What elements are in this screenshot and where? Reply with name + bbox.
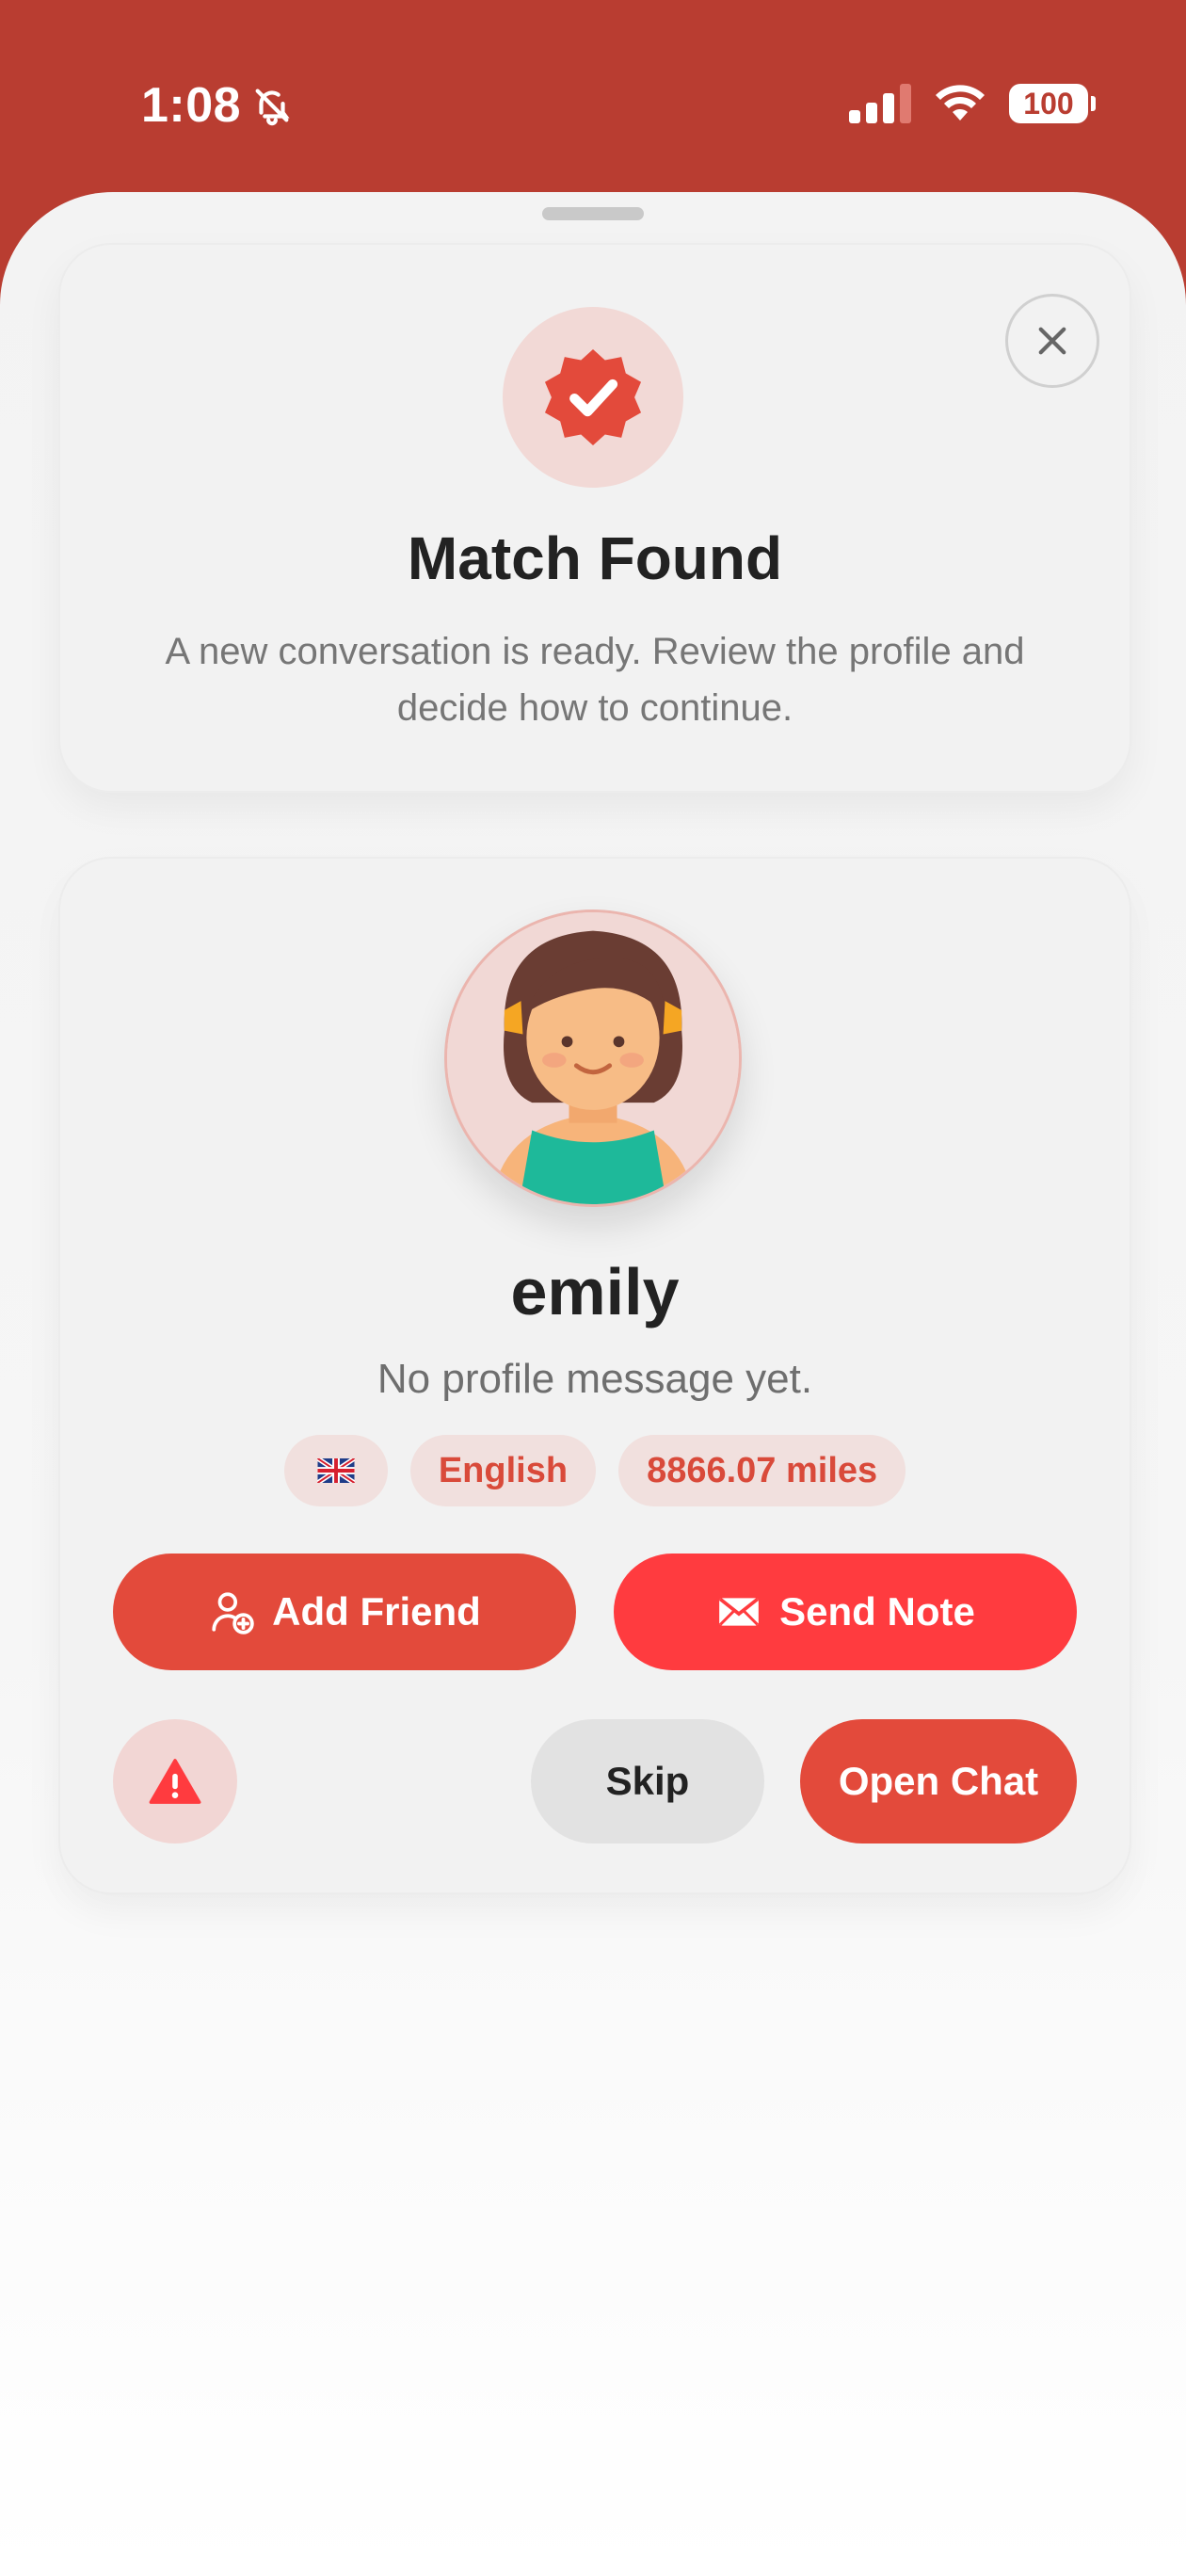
country-chip: [283, 1435, 388, 1506]
distance-chip: 8866.07 miles: [618, 1435, 906, 1506]
status-bar: 1:08 100: [0, 0, 1186, 188]
send-note-label: Send Note: [779, 1589, 975, 1634]
cellular-signal-icon: [849, 84, 911, 123]
avatar[interactable]: [444, 910, 742, 1207]
send-note-button[interactable]: Send Note: [614, 1554, 1077, 1670]
verified-check-icon: [544, 348, 642, 446]
primary-actions: Add Friend Send Note: [113, 1554, 1077, 1670]
status-time: 1:08: [141, 77, 294, 134]
profile-message: No profile message yet.: [377, 1356, 813, 1402]
open-chat-button[interactable]: Open Chat: [800, 1719, 1077, 1843]
profile-chips: English 8866.07 miles: [60, 1435, 1130, 1506]
match-title: Match Found: [407, 524, 783, 592]
add-friend-button[interactable]: Add Friend: [113, 1554, 576, 1670]
profile-card: emily No profile message yet. English 88…: [58, 857, 1131, 1894]
bottom-sheet: Match Found A new conversation is ready.…: [0, 192, 1186, 2576]
warning-icon: [149, 1759, 201, 1804]
avatar-girl-illustration: [447, 912, 739, 1204]
match-subtitle: A new conversation is ready. Review the …: [165, 631, 1025, 729]
match-found-card: Match Found A new conversation is ready.…: [58, 243, 1131, 793]
language-chip: English: [409, 1435, 597, 1506]
report-button[interactable]: [113, 1719, 237, 1843]
add-user-icon: [212, 1592, 254, 1634]
battery-indicator: 100: [1009, 84, 1096, 123]
secondary-actions: Skip Open Chat: [113, 1719, 1077, 1843]
uk-flag-icon: [316, 1458, 355, 1483]
close-icon: [1038, 327, 1066, 355]
verified-badge: [503, 307, 683, 488]
profile-name: emily: [510, 1255, 680, 1328]
battery-level: 100: [1023, 86, 1074, 121]
sheet-grabber[interactable]: [542, 207, 644, 220]
bell-muted-icon: [255, 89, 290, 126]
time-text: 1:08: [141, 78, 242, 133]
add-friend-label: Add Friend: [272, 1589, 481, 1634]
wifi-icon: [936, 85, 985, 121]
envelope-icon: [719, 1597, 760, 1626]
skip-button[interactable]: Skip: [531, 1719, 764, 1843]
close-button[interactable]: [1005, 294, 1099, 388]
